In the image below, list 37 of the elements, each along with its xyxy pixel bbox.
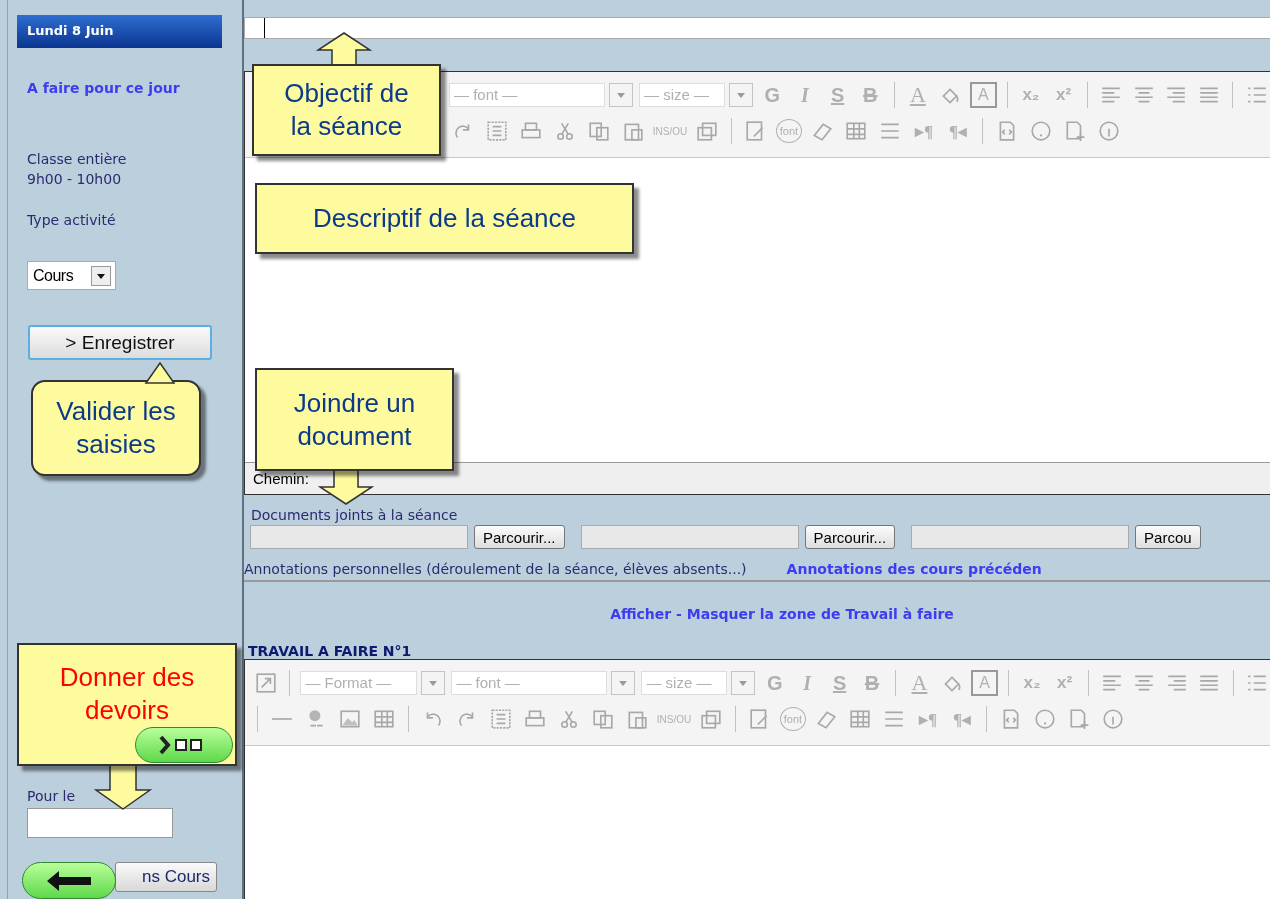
attachments-label: Documents joints à la séance bbox=[251, 507, 459, 523]
todo-link[interactable]: A faire pour ce jour bbox=[27, 80, 180, 96]
browse-button[interactable]: Parcourir... bbox=[804, 525, 896, 549]
activity-dropdown[interactable]: Cours bbox=[27, 261, 116, 290]
callout-text: Joindre un document bbox=[292, 386, 417, 453]
title-field[interactable] bbox=[244, 17, 1270, 39]
file-field[interactable] bbox=[250, 525, 468, 549]
caret-icon bbox=[729, 83, 753, 107]
annotations-label: Annotations personnelles (déroulement de la séance, élèves absents...) bbox=[244, 561, 747, 577]
browse-button[interactable]: Parcourir... bbox=[474, 525, 565, 549]
save-button[interactable]: > Enregistrer bbox=[28, 325, 212, 360]
file-field[interactable] bbox=[580, 525, 799, 549]
browse-button[interactable]: Parcou bbox=[1135, 525, 1201, 549]
caret-icon bbox=[421, 671, 446, 695]
time-label: 9h00 - 10h00 bbox=[27, 170, 122, 189]
callout-text: Valider les saisies bbox=[55, 395, 177, 461]
caret-icon bbox=[609, 83, 633, 107]
back-pill-button[interactable] bbox=[22, 862, 116, 899]
file-field[interactable] bbox=[911, 525, 1130, 549]
caret-icon bbox=[731, 671, 756, 695]
courses-button[interactable]: ns Cours bbox=[115, 862, 217, 892]
date-header: Lundi 8 Juin bbox=[17, 15, 222, 48]
callout-text: Objectif de la séance bbox=[283, 77, 410, 143]
toggle-homework-link[interactable]: Afficher - Masquer la zone de Travail à faire bbox=[610, 606, 954, 622]
caret-icon bbox=[611, 671, 636, 695]
due-date-field[interactable] bbox=[27, 808, 173, 838]
next-pill-button[interactable] bbox=[135, 727, 233, 763]
previous-annotations-link[interactable]: Annotations des cours précéden bbox=[786, 561, 1042, 577]
path-label: Chemin: bbox=[253, 470, 309, 487]
activity-label: Type activité bbox=[27, 211, 116, 230]
callout-text: Donner des devoirs bbox=[58, 661, 196, 727]
callout-text: Descriptif de la séance bbox=[313, 202, 576, 235]
class-label: Classe entière bbox=[27, 150, 127, 169]
caret-icon bbox=[91, 265, 111, 286]
homework-heading: TRAVAIL A FAIRE N°1 bbox=[248, 643, 413, 659]
due-date-label: Pour le bbox=[27, 787, 76, 806]
left-arrow-icon bbox=[46, 869, 92, 892]
